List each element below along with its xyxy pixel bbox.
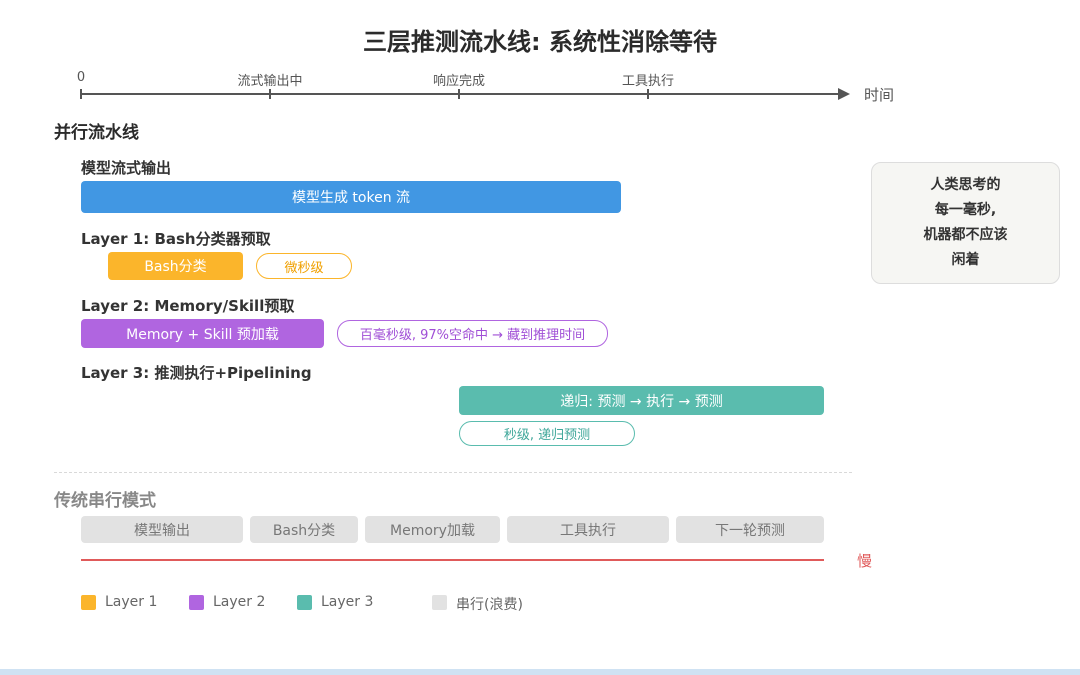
legend-swatch-layer1 — [81, 595, 96, 610]
legend-swatch-layer2 — [189, 595, 204, 610]
timeline-tick — [80, 89, 82, 99]
serial-block-memory: Memory加载 — [365, 516, 500, 543]
legend-label-layer1: Layer 1 — [105, 594, 158, 610]
quote-line: 闲着 — [951, 252, 980, 268]
legend-label-layer3: Layer 3 — [321, 594, 374, 610]
tick-label-tool-exec: 工具执行 — [621, 74, 675, 89]
model-stream-title: 模型流式输出 — [81, 159, 172, 177]
timeline: 0 流式输出中 响应完成 工具执行 时间 — [0, 0, 1080, 110]
quote-note-box: 人类思考的 每一毫秒, 机器都不应该 闲着 — [871, 162, 1060, 284]
layer3-title: Layer 3: 推测执行+Pipelining — [81, 364, 312, 382]
timeline-tick — [269, 89, 271, 99]
legend-label-layer2: Layer 2 — [213, 594, 266, 610]
quote-line: 机器都不应该 — [923, 227, 1008, 243]
parallel-heading: 并行流水线 — [54, 123, 139, 143]
timeline-end-label: 时间 — [864, 86, 895, 104]
tick-label-start: 0 — [76, 70, 86, 85]
tick-label-response-done: 响应完成 — [432, 74, 486, 89]
bottom-band — [0, 669, 1080, 675]
timeline-tick — [647, 89, 649, 99]
serial-block-next-prediction: 下一轮预测 — [676, 516, 824, 543]
timeline-arrow-head — [838, 88, 850, 100]
serial-block-model-output: 模型输出 — [81, 516, 243, 543]
quote-line: 人类思考的 — [930, 177, 1001, 193]
layer2-title: Layer 2: Memory/Skill预取 — [81, 297, 295, 315]
tick-label-streaming: 流式输出中 — [237, 74, 303, 89]
legend-swatch-serial — [432, 595, 447, 610]
layer2-preload-bar: Memory + Skill 预加载 — [81, 319, 324, 348]
legend-swatch-layer3 — [297, 595, 312, 610]
quote-line: 每一毫秒, — [934, 202, 997, 218]
layer2-note-pill: 百毫秒级, 97%空命中 → 藏到推理时间 — [337, 320, 608, 347]
serial-block-bash: Bash分类 — [250, 516, 358, 543]
legend: Layer 1 Layer 2 Layer 3 串行(浪费) — [0, 590, 1080, 620]
layer3-note-pill: 秒级, 递归预测 — [459, 421, 635, 446]
serial-slow-line — [81, 559, 824, 561]
layer1-title: Layer 1: Bash分类器预取 — [81, 230, 271, 248]
layer1-note-pill: 微秒级 — [256, 253, 352, 279]
layer3-recursive-bar: 递归: 预测 → 执行 → 预测 — [459, 386, 824, 415]
layer1-bash-bar: Bash分类 — [108, 252, 243, 280]
timeline-tick — [458, 89, 460, 99]
model-stream-bar: 模型生成 token 流 — [81, 181, 621, 213]
section-divider — [54, 472, 852, 473]
legend-label-serial: 串行(浪费) — [456, 597, 523, 613]
serial-heading: 传统串行模式 — [54, 491, 156, 511]
serial-block-tool-exec: 工具执行 — [507, 516, 669, 543]
serial-slow-label: 慢 — [857, 552, 873, 570]
